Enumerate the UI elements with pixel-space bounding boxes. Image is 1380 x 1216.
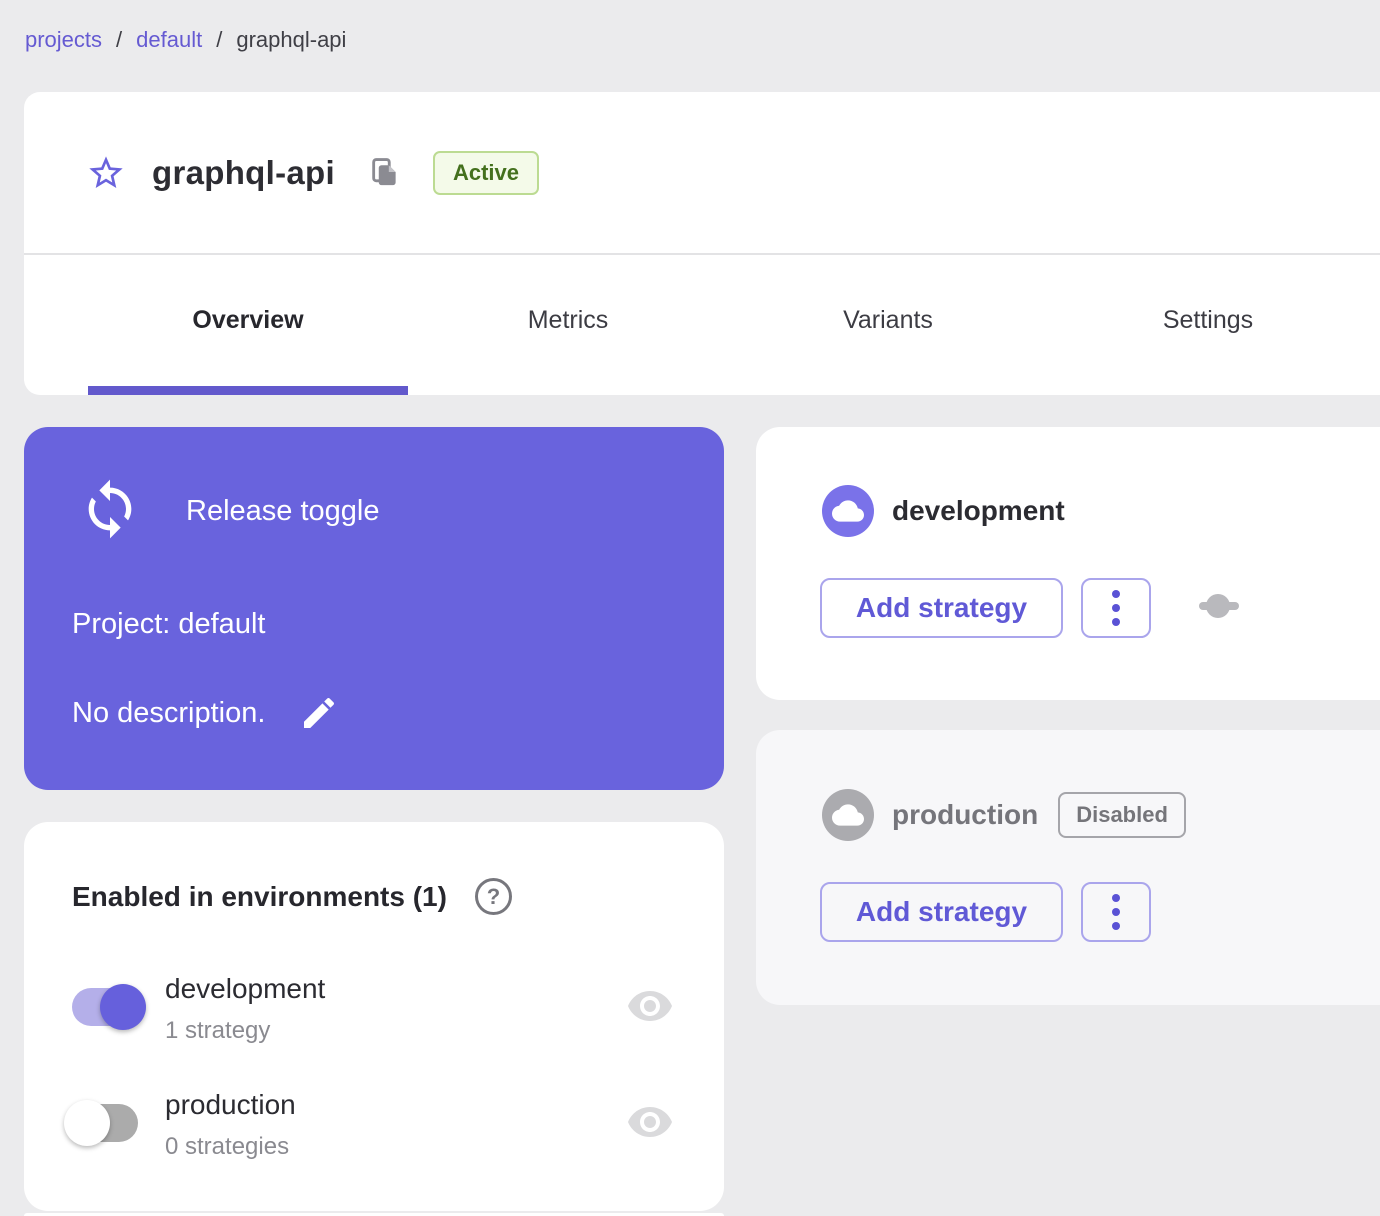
page-title: graphql-api — [152, 153, 335, 191]
status-badge: Active — [432, 150, 540, 195]
environment-header: development — [822, 485, 1065, 537]
environment-row-name: development — [165, 973, 326, 1004]
favorite-star-icon[interactable] — [86, 153, 126, 193]
description-label: No description. — [72, 696, 266, 729]
breadcrumb-projects[interactable]: projects — [25, 27, 102, 53]
feature-header-card: graphql-api Active Overview Metrics Vari… — [24, 92, 1380, 395]
edit-description-pencil-icon[interactable] — [299, 693, 339, 733]
breadcrumb-separator: / — [116, 27, 123, 52]
toggle-development-switch[interactable] — [72, 984, 146, 1030]
breadcrumb-project-default[interactable]: default — [136, 27, 202, 53]
toggle-type-label: Release toggle — [186, 495, 380, 527]
tab-settings[interactable]: Settings — [1048, 255, 1368, 386]
toggle-production-switch[interactable] — [64, 1100, 138, 1146]
disabled-badge: Disabled — [1058, 792, 1186, 838]
panel-title: Enabled in environments (1) — [72, 880, 447, 912]
panel-header: Enabled in environments (1) ? — [72, 878, 512, 915]
visibility-eye-icon[interactable] — [626, 982, 674, 1035]
feature-flag-page: projects / default / graphql-api graphql… — [0, 0, 1380, 1216]
tab-overview[interactable]: Overview — [88, 255, 408, 386]
rollout-slider-icon — [1197, 593, 1241, 624]
environment-menu-kebab-icon[interactable] — [1081, 882, 1151, 942]
environment-row-strategy-count: 1 strategy — [165, 1017, 271, 1044]
environment-name: production — [892, 799, 1039, 830]
add-strategy-button[interactable]: Add strategy — [820, 882, 1063, 942]
environment-actions: Add strategy — [820, 882, 1151, 942]
tab-bar: Overview Metrics Variants Settings — [88, 255, 1380, 386]
environment-row-name: production — [165, 1089, 296, 1120]
feature-header-row: graphql-api Active — [24, 92, 1380, 253]
release-card-header: Release toggle — [78, 477, 379, 546]
breadcrumb-separator: / — [216, 27, 223, 52]
environment-name: development — [892, 495, 1065, 526]
environment-card-development: development Add strategy — [756, 427, 1380, 700]
cloud-icon — [822, 485, 874, 537]
description-row: No description. — [72, 693, 339, 733]
breadcrumb-current: graphql-api — [236, 27, 347, 52]
enabled-environments-panel: Enabled in environments (1) ? developmen… — [24, 822, 724, 1211]
help-icon[interactable]: ? — [474, 878, 512, 915]
copy-name-icon[interactable] — [367, 155, 403, 191]
cloud-icon — [822, 789, 874, 841]
tab-metrics[interactable]: Metrics — [408, 255, 728, 386]
loop-arrows-icon — [78, 477, 142, 546]
breadcrumb: projects / default / graphql-api — [25, 27, 346, 53]
release-toggle-card: Release toggle Project: default No descr… — [24, 427, 724, 790]
visibility-eye-icon[interactable] — [626, 1098, 674, 1151]
environment-header: production Disabled — [822, 789, 1186, 841]
active-tab-indicator — [88, 386, 408, 395]
environment-card-production: production Disabled Add strategy — [756, 730, 1380, 1005]
add-strategy-button[interactable]: Add strategy — [820, 578, 1063, 638]
environment-actions: Add strategy — [820, 578, 1241, 638]
tab-variants[interactable]: Variants — [728, 255, 1048, 386]
environment-menu-kebab-icon[interactable] — [1081, 578, 1151, 638]
environment-row-strategy-count: 0 strategies — [165, 1133, 290, 1160]
project-label: Project: default — [72, 608, 266, 640]
